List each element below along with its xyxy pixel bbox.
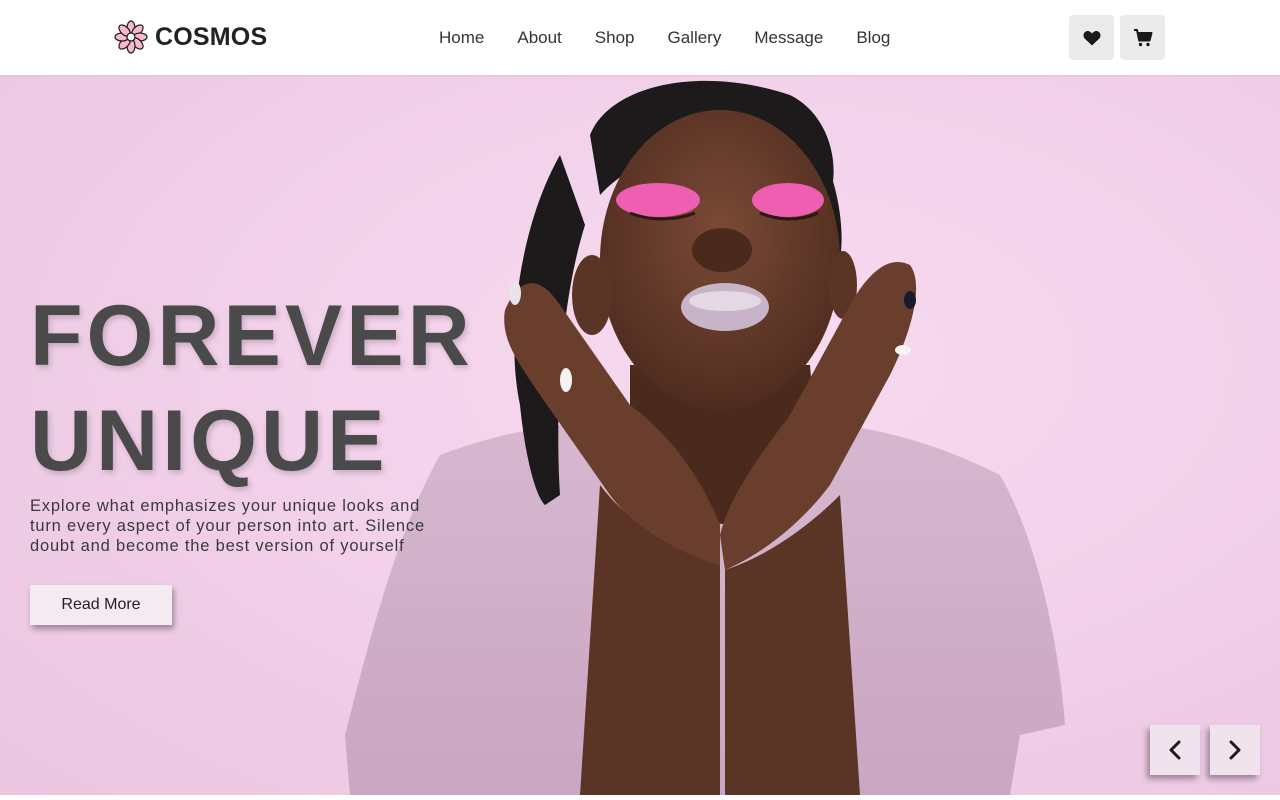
hero-banner: FOREVER UNIQUE Explore what emphasizes y… [0,75,1280,795]
hero-headline-line1: FOREVER [30,288,474,384]
hero-description: Explore what emphasizes your unique look… [30,497,425,555]
main-nav: Home About Shop Gallery Message Blog [439,28,923,48]
site-header: COSMOS Home About Shop Gallery Message B… [0,0,1280,75]
page-bottom-edge [0,795,1280,800]
cart-button[interactable] [1120,15,1165,60]
nav-item-blog[interactable]: Blog [856,28,890,48]
wishlist-button[interactable] [1069,15,1114,60]
nav-item-about[interactable]: About [517,28,561,48]
chevron-left-icon [1169,740,1181,760]
brand-name: COSMOS [155,22,268,51]
nav-item-message[interactable]: Message [754,28,823,48]
brand-logo[interactable]: COSMOS [114,20,267,54]
read-more-button[interactable]: Read More [30,585,172,625]
hero-headline-line2: UNIQUE [30,393,389,489]
nav-item-home[interactable]: Home [439,28,484,48]
heart-icon [1082,30,1101,45]
chevron-right-icon [1229,740,1241,760]
cart-icon [1133,28,1152,46]
slider-next-button[interactable] [1210,725,1260,775]
nav-item-gallery[interactable]: Gallery [668,28,722,48]
flower-icon [114,20,148,54]
nav-item-shop[interactable]: Shop [595,28,635,48]
slider-prev-button[interactable] [1150,725,1200,775]
